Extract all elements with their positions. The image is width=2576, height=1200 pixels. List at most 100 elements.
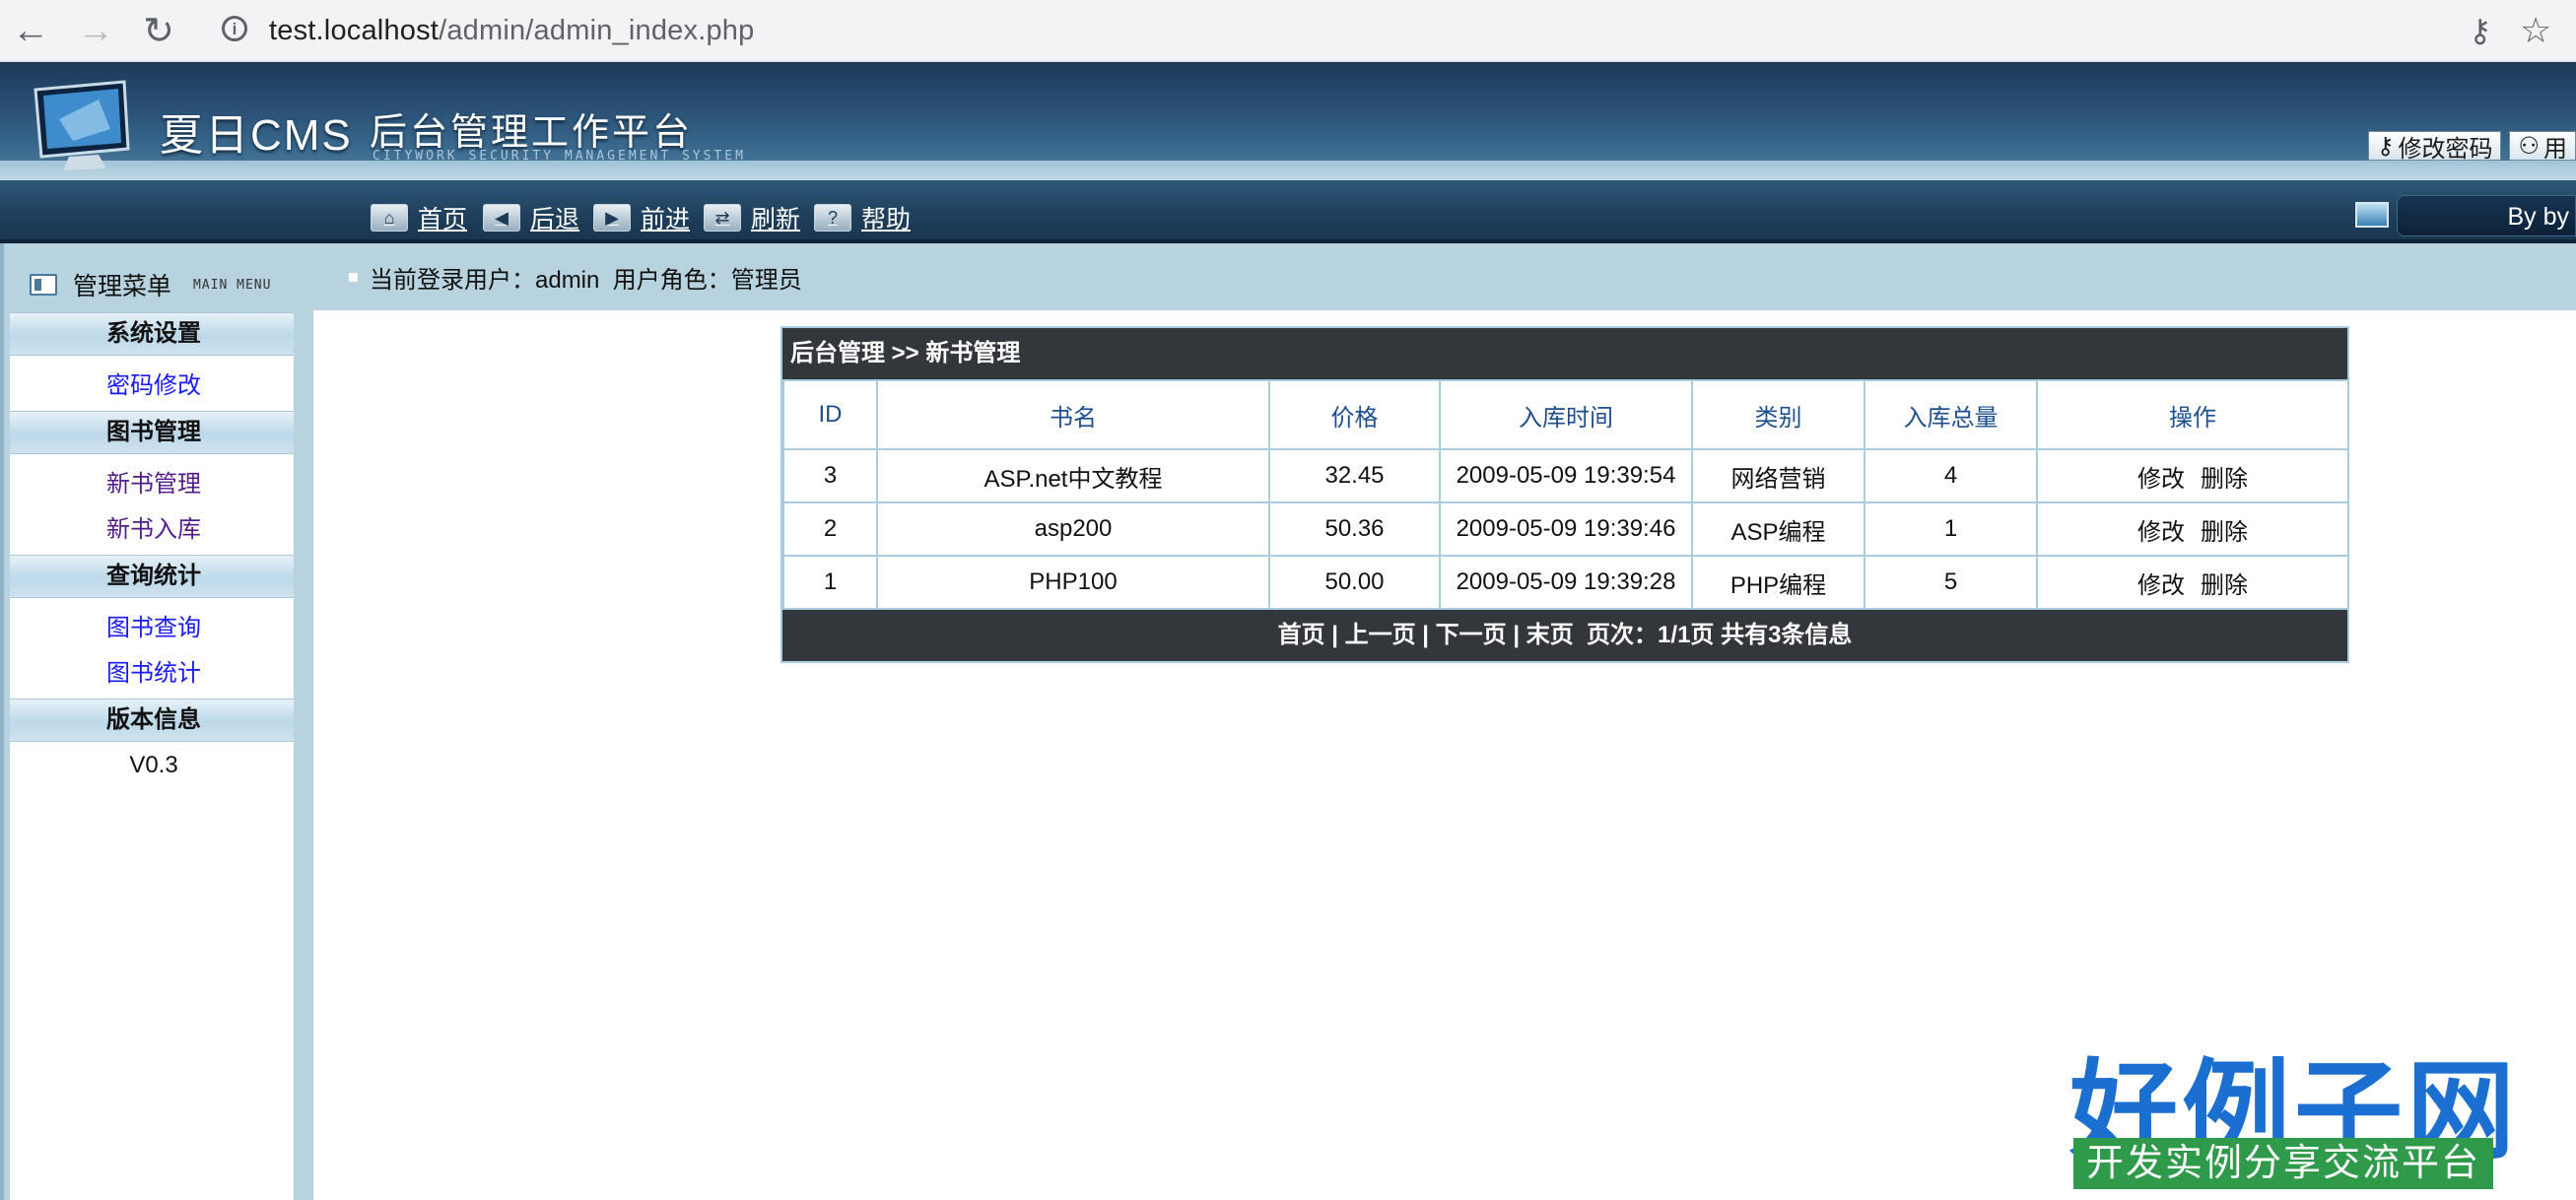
brand-subtitle: 后台管理工作平台 bbox=[370, 112, 694, 154]
table-header-row: ID 书名 价格 入库时间 类别 入库总量 操作 bbox=[782, 379, 2349, 450]
user-info-bar: 当前登录用户：admin 用户角色：管理员 bbox=[313, 243, 2576, 310]
cell-name: asp200 bbox=[876, 501, 1270, 557]
key-icon[interactable]: ⚷ bbox=[2469, 12, 2491, 49]
toolbar-home-button[interactable]: ⌂ 首页 bbox=[371, 200, 467, 235]
key-icon: ⚷ bbox=[2376, 132, 2395, 160]
menu-header: 管理菜单 MAIN MENU bbox=[10, 263, 305, 306]
table-title: 后台管理 >> 新书管理 bbox=[782, 328, 2347, 379]
toolbar-back-label: 后退 bbox=[530, 206, 580, 233]
delete-link[interactable]: 删除 bbox=[2201, 519, 2248, 546]
frame-divider[interactable] bbox=[294, 243, 313, 1200]
monitor-logo-icon bbox=[34, 80, 130, 170]
version-number: V0.3 bbox=[129, 752, 178, 778]
toolbar-refresh-label: 刷新 bbox=[751, 206, 801, 233]
column-header-total: 入库总量 bbox=[1864, 379, 2038, 450]
toolbar-help-label: 帮助 bbox=[861, 206, 912, 233]
cell-price: 32.45 bbox=[1268, 448, 1441, 503]
cell-name: PHP100 bbox=[876, 555, 1270, 610]
toolbar-home-label: 首页 bbox=[418, 206, 468, 233]
bullet-icon bbox=[349, 272, 358, 282]
table-pager[interactable]: 首页 | 上一页 | 下一页 | 末页 页次：1/1页 共有3条信息 bbox=[782, 610, 2347, 661]
column-header-actions: 操作 bbox=[2036, 379, 2349, 450]
section-system-settings[interactable]: 系统设置 bbox=[10, 312, 298, 356]
left-menu: 管理菜单 MAIN MENU 系统设置 密码修改 图书管理 新书管理 新书入库 … bbox=[0, 243, 313, 1200]
table-row: 3 ASP.net中文教程 32.45 2009-05-09 19:39:54 … bbox=[782, 448, 2349, 503]
edit-link[interactable]: 修改 bbox=[2137, 572, 2185, 599]
menu-title-en: MAIN MENU bbox=[193, 277, 272, 293]
change-password-label: 修改密码 bbox=[2398, 135, 2493, 163]
cell-price: 50.00 bbox=[1268, 555, 1441, 610]
user-tab-label: 用 bbox=[2543, 135, 2567, 163]
user-tab[interactable]: ⚇ 用 bbox=[2509, 131, 2576, 163]
edit-link[interactable]: 修改 bbox=[2137, 466, 2185, 493]
change-password-tab[interactable]: ⚷ 修改密码 bbox=[2367, 131, 2502, 163]
arrow-right-icon: ▶ bbox=[593, 204, 631, 232]
cell-time: 2009-05-09 19:39:46 bbox=[1439, 501, 1693, 557]
refresh-icon: ⇄ bbox=[704, 204, 741, 232]
cell-total: 5 bbox=[1864, 555, 2038, 610]
delete-link[interactable]: 删除 bbox=[2201, 466, 2248, 493]
section-query-stats[interactable]: 查询统计 bbox=[10, 555, 298, 598]
cell-actions: 修改 删除 bbox=[2036, 555, 2349, 610]
menu-item-book-stats[interactable]: 图书统计 bbox=[10, 653, 298, 688]
watermark-slogan: 开发实例分享交流平台 bbox=[2073, 1138, 2493, 1189]
header-swoosh bbox=[0, 161, 2576, 180]
cell-actions: 修改 删除 bbox=[2036, 501, 2349, 557]
section-version-info[interactable]: 版本信息 bbox=[10, 699, 298, 742]
cell-total: 4 bbox=[1864, 448, 2038, 503]
arrow-left-icon: ◀ bbox=[483, 204, 520, 232]
cell-id: 1 bbox=[782, 555, 878, 610]
header-tabs: ⚷ 修改密码 ⚇ 用 bbox=[2367, 131, 2576, 163]
column-header-price: 价格 bbox=[1268, 379, 1441, 450]
url-text[interactable]: test.localhost/admin/admin_index.php bbox=[269, 15, 754, 47]
toolbar-forward-button[interactable]: ▶ 前进 bbox=[593, 200, 690, 235]
menu-item-book-query[interactable]: 图书查询 bbox=[10, 608, 298, 642]
user-icon: ⚇ bbox=[2518, 132, 2540, 160]
cell-total: 1 bbox=[1864, 501, 2038, 557]
help-icon: ? bbox=[814, 204, 851, 232]
url-host: test.localhost bbox=[269, 15, 440, 46]
cell-time: 2009-05-09 19:39:54 bbox=[1439, 448, 1693, 503]
menu-panel-icon bbox=[30, 274, 57, 296]
cell-id: 3 bbox=[782, 448, 878, 503]
table-row: 1 PHP100 50.00 2009-05-09 19:39:28 PHP编程… bbox=[782, 555, 2349, 610]
cell-name: ASP.net中文教程 bbox=[876, 448, 1270, 503]
back-icon[interactable]: ← bbox=[4, 4, 57, 57]
app-header: 夏日CMS 后台管理工作平台 CITYWORK SECURITY MANAGEM… bbox=[0, 62, 2576, 180]
menu-item-new-book-stock-in[interactable]: 新书入库 bbox=[10, 509, 298, 544]
book-table-panel: 后台管理 >> 新书管理 ID 书名 价格 入库时间 类别 入库总量 操作 3 … bbox=[780, 326, 2349, 663]
address-bar[interactable]: i test.localhost/admin/admin_index.php ⚷… bbox=[202, 4, 2551, 57]
toolbar-forward-label: 前进 bbox=[641, 206, 691, 233]
menu-title: 管理菜单 bbox=[73, 273, 172, 300]
toolbar-help-button[interactable]: ? 帮助 bbox=[814, 200, 911, 235]
book-table: ID 书名 价格 入库时间 类别 入库总量 操作 3 ASP.net中文教程 3… bbox=[782, 379, 2349, 610]
url-path: /admin/admin_index.php bbox=[439, 15, 755, 46]
site-info-icon[interactable]: i bbox=[222, 16, 247, 41]
column-header-name: 书名 bbox=[876, 379, 1270, 450]
cell-category: PHP编程 bbox=[1691, 555, 1865, 610]
menu-item-password-change[interactable]: 密码修改 bbox=[10, 366, 298, 400]
toolbar-refresh-button[interactable]: ⇄ 刷新 bbox=[704, 200, 800, 235]
toolbar-back-button[interactable]: ◀ 后退 bbox=[483, 200, 579, 235]
current-user-text: 当前登录用户：admin 用户角色：管理员 bbox=[370, 266, 802, 294]
column-header-category: 类别 bbox=[1691, 379, 1865, 450]
nav-toolbar: ⌂ 首页 ◀ 后退 ▶ 前进 ⇄ 刷新 ? 帮助 By by bbox=[0, 180, 2576, 243]
column-header-time: 入库时间 bbox=[1439, 379, 1693, 450]
delete-link[interactable]: 删除 bbox=[2201, 572, 2248, 599]
byline-box: By by bbox=[2397, 195, 2576, 236]
cell-price: 50.36 bbox=[1268, 501, 1441, 557]
menu-item-new-book-management[interactable]: 新书管理 bbox=[10, 464, 298, 499]
cell-actions: 修改 删除 bbox=[2036, 448, 2349, 503]
reload-icon[interactable]: ↻ bbox=[132, 4, 185, 57]
edit-link[interactable]: 修改 bbox=[2137, 519, 2185, 546]
column-header-id: ID bbox=[782, 379, 878, 450]
table-row: 2 asp200 50.36 2009-05-09 19:39:46 ASP编程… bbox=[782, 501, 2349, 557]
cell-time: 2009-05-09 19:39:28 bbox=[1439, 555, 1693, 610]
browser-toolbar: ← → ↻ i test.localhost/admin/admin_index… bbox=[0, 0, 2576, 62]
cell-category: 网络营销 bbox=[1691, 448, 1865, 503]
forward-icon[interactable]: → bbox=[69, 4, 122, 57]
brand-subtitle-en: CITYWORK SECURITY MANAGEMENT SYSTEM bbox=[373, 149, 746, 164]
section-book-management[interactable]: 图书管理 bbox=[10, 411, 298, 454]
bookmark-star-icon[interactable]: ☆ bbox=[2520, 10, 2551, 51]
menu-panel: 系统设置 密码修改 图书管理 新书管理 新书入库 查询统计 图书查询 图书统计 … bbox=[10, 312, 298, 1200]
